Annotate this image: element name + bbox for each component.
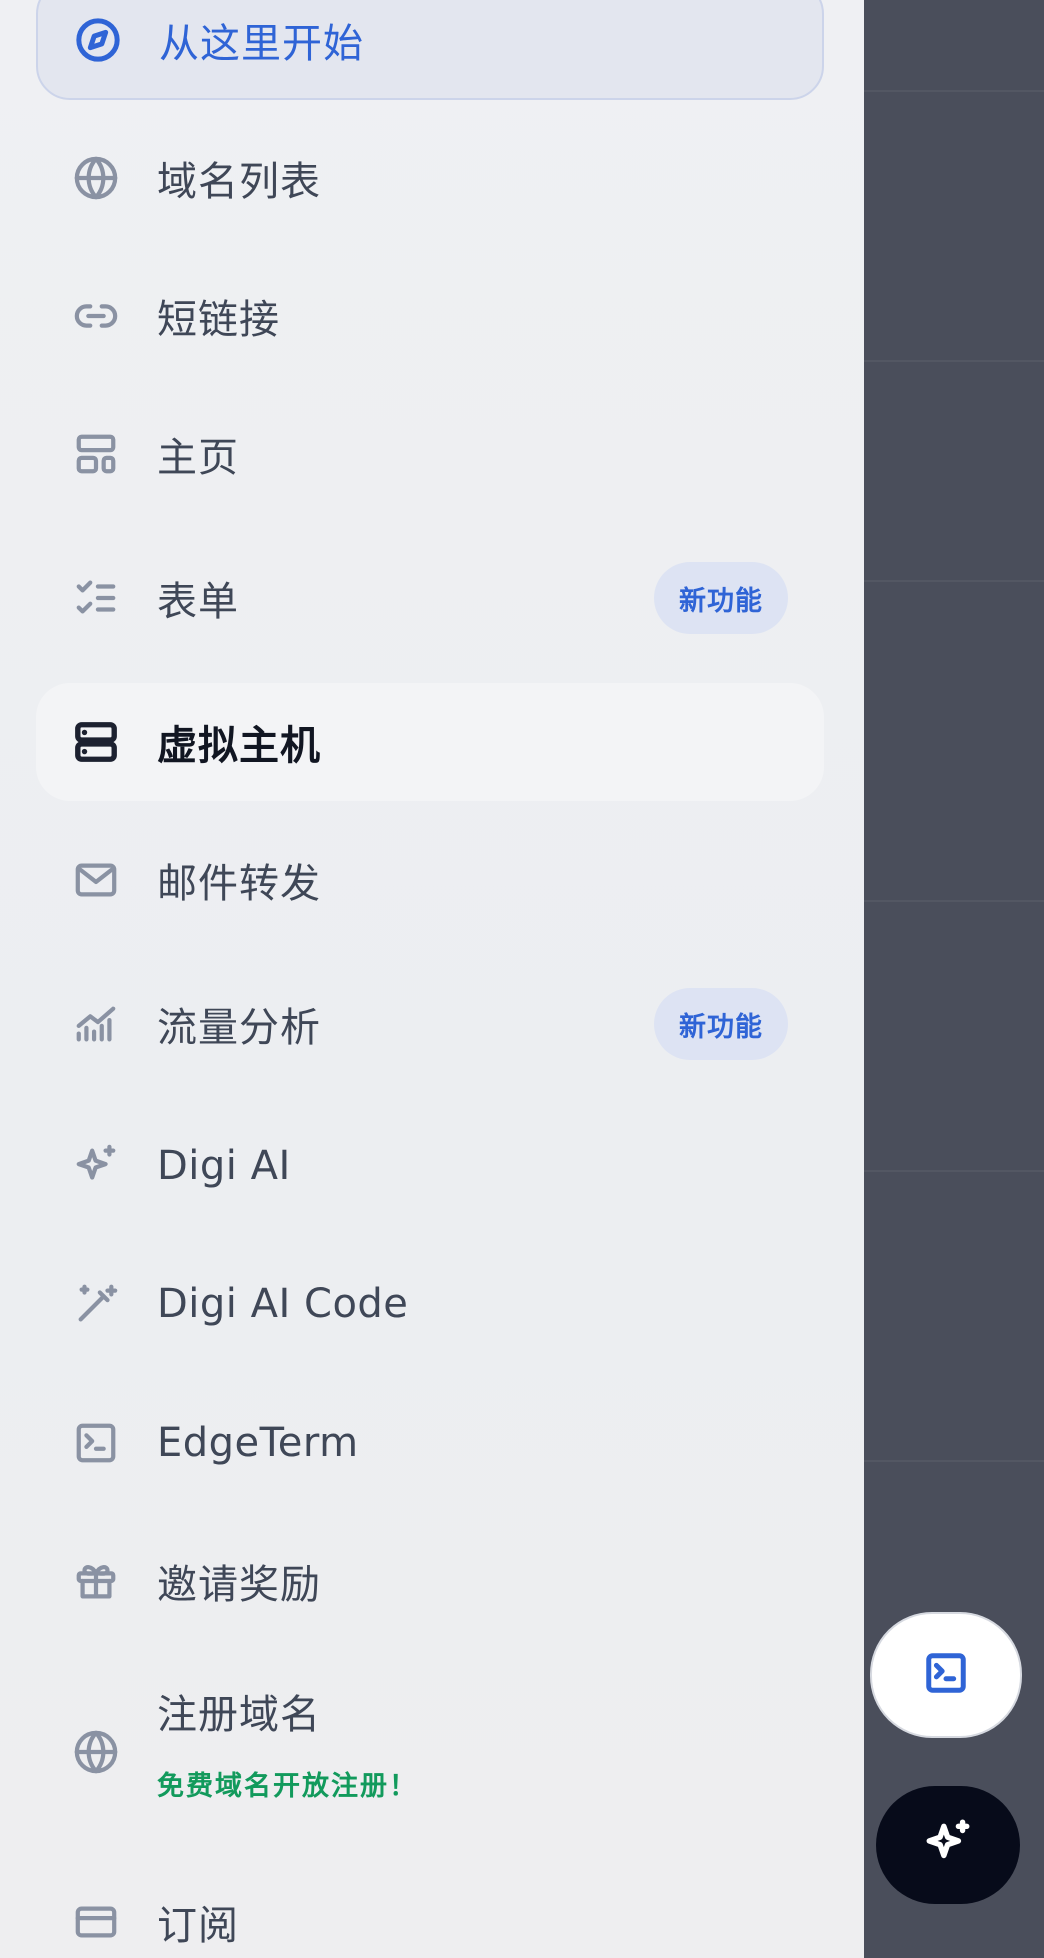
nav-item-domains[interactable]: 域名列表 — [36, 118, 824, 238]
compass-icon — [74, 16, 122, 64]
nav-item-homepage[interactable]: 主页 — [36, 394, 824, 514]
nav-item-label: 表单 — [157, 579, 239, 625]
nav-item-referral[interactable]: 邀请奖励 — [36, 1521, 824, 1641]
nav-item-start[interactable]: 从这里开始 — [36, 0, 824, 100]
nav-item-subscription[interactable]: 订阅 — [36, 1862, 824, 1958]
nav-item-label: 注册域名 — [157, 1692, 321, 1738]
sparkle-icon — [923, 1818, 973, 1872]
nav-item-label: 从这里开始 — [159, 21, 364, 67]
nav-item-label: Digi AI — [157, 1143, 291, 1189]
sparkle-icon — [72, 1142, 120, 1190]
nav-item-label: 短链接 — [157, 297, 280, 343]
magic-wand-icon — [72, 1280, 120, 1328]
new-feature-badge: 新功能 — [654, 988, 788, 1060]
nav-item-label: 订阅 — [157, 1903, 239, 1949]
nav-item-label: 流量分析 — [157, 1005, 321, 1051]
new-feature-badge: 新功能 — [654, 562, 788, 634]
layout-icon — [72, 430, 120, 478]
nav-item-label: EdgeTerm — [157, 1420, 359, 1466]
link-icon — [72, 292, 120, 340]
nav-item-label: 邮件转发 — [157, 861, 321, 907]
nav-item-label: 邀请奖励 — [157, 1562, 321, 1608]
globe-icon — [72, 1728, 120, 1776]
terminal-icon — [923, 1650, 969, 1700]
free-domain-promo-text: 免费域名开放注册！ — [157, 1771, 418, 1802]
nav-item-digi-ai[interactable]: Digi AI — [36, 1106, 824, 1226]
nav-item-label: Digi AI Code — [157, 1281, 409, 1327]
nav-item-label: 主页 — [157, 435, 239, 481]
gift-icon — [72, 1557, 120, 1605]
nav-item-label: 域名列表 — [157, 159, 321, 205]
navigation-drawer: 从这里开始 域名列表 短链接 主页 表单 新功能 虚拟主机 邮件转发 流量分析 … — [0, 0, 864, 1958]
nav-item-forms[interactable]: 表单 新功能 — [36, 538, 824, 658]
mail-icon — [72, 856, 120, 904]
globe-icon — [72, 154, 120, 202]
nav-item-mail-forward[interactable]: 邮件转发 — [36, 820, 824, 940]
app-screen: 从这里开始 域名列表 短链接 主页 表单 新功能 虚拟主机 邮件转发 流量分析 … — [0, 0, 1044, 1958]
chart-icon — [72, 1000, 120, 1048]
nav-item-digi-ai-code[interactable]: Digi AI Code — [36, 1244, 824, 1364]
nav-item-short-links[interactable]: 短链接 — [36, 256, 824, 376]
terminal-fab-button[interactable] — [870, 1612, 1022, 1738]
credit-card-icon — [72, 1898, 120, 1946]
nav-item-virtual-host[interactable]: 虚拟主机 — [36, 683, 824, 801]
nav-item-edgeterm[interactable]: EdgeTerm — [36, 1383, 824, 1503]
nav-item-register-domain[interactable]: 注册域名 免费域名开放注册！ — [36, 1672, 824, 1832]
nav-item-label: 虚拟主机 — [157, 723, 321, 769]
nav-item-traffic[interactable]: 流量分析 新功能 — [36, 964, 824, 1084]
list-checks-icon — [72, 574, 120, 622]
server-icon — [72, 718, 120, 766]
terminal-icon — [72, 1419, 120, 1467]
ai-assistant-fab-button[interactable] — [876, 1786, 1020, 1904]
